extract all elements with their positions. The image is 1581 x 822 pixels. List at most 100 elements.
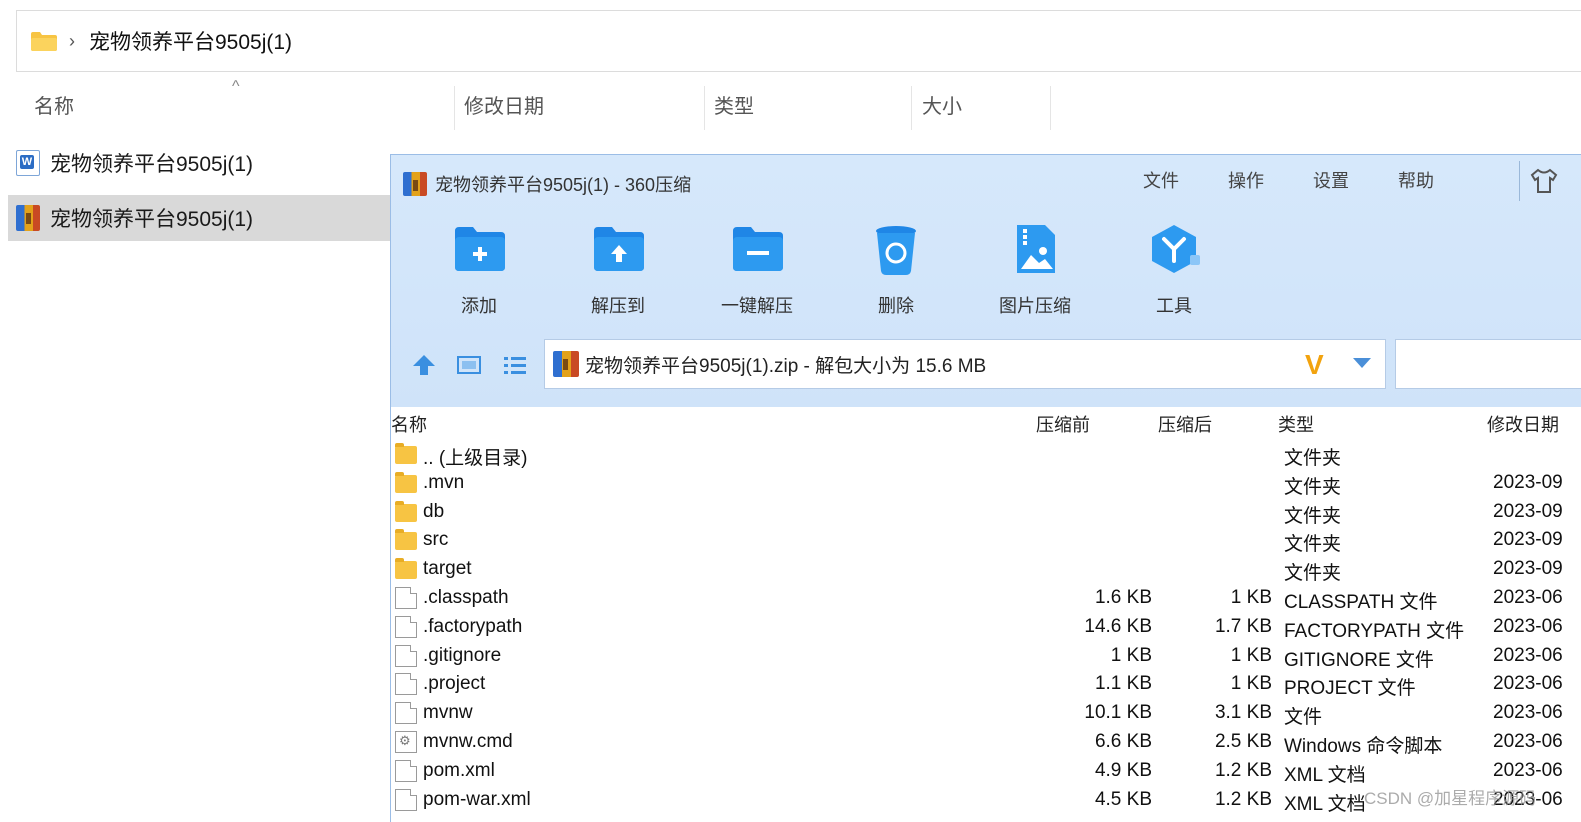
row-original-size: 1.1 KB [1094,673,1152,695]
window-title-text: 宠物领养平台9505j(1) - 360压缩 [435,175,692,195]
add-button[interactable]: 添加 [429,221,529,318]
archive-path-field[interactable]: 宠物领养平台9505j(1).zip - 解包大小为 15.6 MB V [544,339,1386,389]
row-name: pom-war.xml [423,788,531,810]
delete-button[interactable]: 删除 [846,221,946,318]
column-type[interactable]: 类型 [714,78,754,130]
row-original-size: 1 KB [1110,644,1152,666]
archive-row[interactable]: mvnw 10.1 KB 3.1 KB 文件 2023-06 [391,700,1581,729]
row-date: 2023-09 [1493,471,1563,493]
row-date: 2023-06 [1493,673,1563,695]
navigation-bar: 宠物领养平台9505j(1).zip - 解包大小为 15.6 MB V [391,339,1581,391]
archive-row[interactable]: .project 1.1 KB 1 KB PROJECT 文件 2023-06 [391,671,1581,700]
archive-row[interactable]: .classpath 1.6 KB 1 KB CLASSPATH 文件 2023-06 [391,585,1581,614]
column-name[interactable]: 名称 [391,411,427,437]
archive-row[interactable]: pom.xml 4.9 KB 1.2 KB XML 文档 2023-06 [391,758,1581,787]
column-modified-date[interactable]: 修改日期 [1487,411,1559,437]
archive-row[interactable]: .. (上级目录) 文件夹 [391,441,1581,470]
row-date: 2023-06 [1493,731,1563,752]
menu-help[interactable]: 帮助 [1398,167,1434,193]
archive-row[interactable]: .mvn 文件夹 2023-09 [391,470,1581,499]
row-name: .classpath [423,587,509,608]
window-title: 宠物领养平台9505j(1) - 360压缩 [403,171,691,197]
row-compressed-size: 1 KB [1230,587,1272,608]
row-compressed-size: 3.1 KB [1214,702,1272,724]
add-label: 添加 [461,296,497,316]
row-type: FACTORYPATH 文件 [1284,620,1465,642]
archive-row[interactable]: mvnw.cmd 6.6 KB 2.5 KB Windows 命令脚本 2023-06 [391,729,1581,758]
one-click-extract-button[interactable]: 一键解压 [707,221,807,318]
menu-settings[interactable]: 设置 [1313,167,1349,193]
zip-window: 宠物领养平台9505j(1) - 360压缩 文件 操作 设置 帮助 添加 解压… [390,154,1581,822]
row-name: db [423,500,445,522]
column-compressed-size[interactable]: 压缩后 [1158,411,1212,437]
skin-shirt-icon[interactable] [1529,167,1559,195]
row-name: .factorypath [423,615,523,637]
thumbnail-view-icon[interactable] [456,353,482,377]
dropdown-arrow-icon[interactable] [1353,358,1371,368]
row-name: target [423,558,472,580]
file-icon [395,644,417,667]
row-date: 2023-09 [1493,500,1563,522]
search-input[interactable] [1395,339,1581,389]
row-type: XML 文档 [1284,764,1366,786]
tools-button[interactable]: 工具 [1124,221,1224,318]
archive-row[interactable]: .gitignore 1 KB 1 KB GITIGNORE 文件 2023-06 [391,643,1581,672]
archive-path-text: 宠物领养平台9505j(1).zip - 解包大小为 15.6 MB [585,355,987,377]
row-date: 2023-09 [1493,529,1563,551]
row-type: PROJECT 文件 [1284,678,1416,700]
row-original-size: 10.1 KB [1084,702,1152,724]
folder-icon [395,558,417,580]
row-compressed-size: 1 KB [1230,673,1272,695]
row-type: 文件 [1284,707,1323,729]
file-row[interactable]: 宠物领养平台9505j(1) [8,140,390,186]
menu-operate[interactable]: 操作 [1228,167,1264,193]
file-icon [395,615,417,638]
column-original-size[interactable]: 压缩前 [1036,411,1090,437]
row-type: GITIGNORE 文件 [1284,649,1434,671]
screen: › 宠物领养平台9505j(1) 名称 ^ 修改日期 类型 大小 宠物领养平台9… [0,0,1581,822]
breadcrumb[interactable]: 宠物领养平台9505j(1) [89,26,292,56]
row-name: mvnw [423,702,473,724]
folder-icon [31,31,57,51]
chevron-right-icon[interactable]: › [69,31,75,52]
file-icon [395,788,417,811]
column-divider[interactable] [704,86,705,130]
column-divider[interactable] [911,86,912,130]
divider [1519,161,1520,201]
row-type: 文件夹 [1284,476,1342,498]
file-name: 宠物领养平台9505j(1) [50,208,254,231]
archive-row[interactable]: target 文件夹 2023-09 [391,556,1581,585]
column-divider[interactable] [1050,86,1051,130]
column-name[interactable]: 名称 [34,78,74,130]
row-compressed-size: 2.5 KB [1214,731,1272,752]
vip-v-logo-icon[interactable]: V [1305,351,1324,379]
column-type[interactable]: 类型 [1278,411,1314,437]
column-size[interactable]: 大小 [922,78,962,130]
zip-archive-icon [403,172,427,196]
list-view-icon[interactable] [502,353,528,377]
zip-archive-icon [16,205,40,231]
image-compress-button[interactable]: 图片压缩 [985,221,1085,318]
archive-row[interactable]: .factorypath 14.6 KB 1.7 KB FACTORYPATH 文件 2… [391,614,1581,643]
archive-row[interactable]: db 文件夹 2023-09 [391,499,1581,528]
archive-row[interactable]: src 文件夹 2023-09 [391,527,1581,556]
row-date: 2023-06 [1493,587,1563,608]
menu-file[interactable]: 文件 [1143,167,1179,193]
watermark: CSDN @加星程序源码 [1364,789,1537,808]
file-icon [395,702,417,725]
folder-icon [395,443,417,464]
explorer-address-bar[interactable]: › 宠物领养平台9505j(1) [16,10,1581,72]
up-arrow-icon[interactable] [411,353,437,377]
sort-ascending-icon: ^ [232,78,240,95]
extract-to-button[interactable]: 解压到 [568,221,668,318]
column-divider[interactable] [454,86,455,130]
extract-to-icon [590,227,646,281]
file-icon [395,587,417,609]
delete-label: 删除 [878,296,914,316]
file-icon [395,759,417,782]
tools-icon [1146,225,1202,281]
row-name: mvnw.cmd [423,731,513,752]
column-date[interactable]: 修改日期 [464,78,544,130]
file-row-selected[interactable]: 宠物领养平台9505j(1) [8,195,390,241]
image-compress-label: 图片压缩 [999,296,1071,316]
